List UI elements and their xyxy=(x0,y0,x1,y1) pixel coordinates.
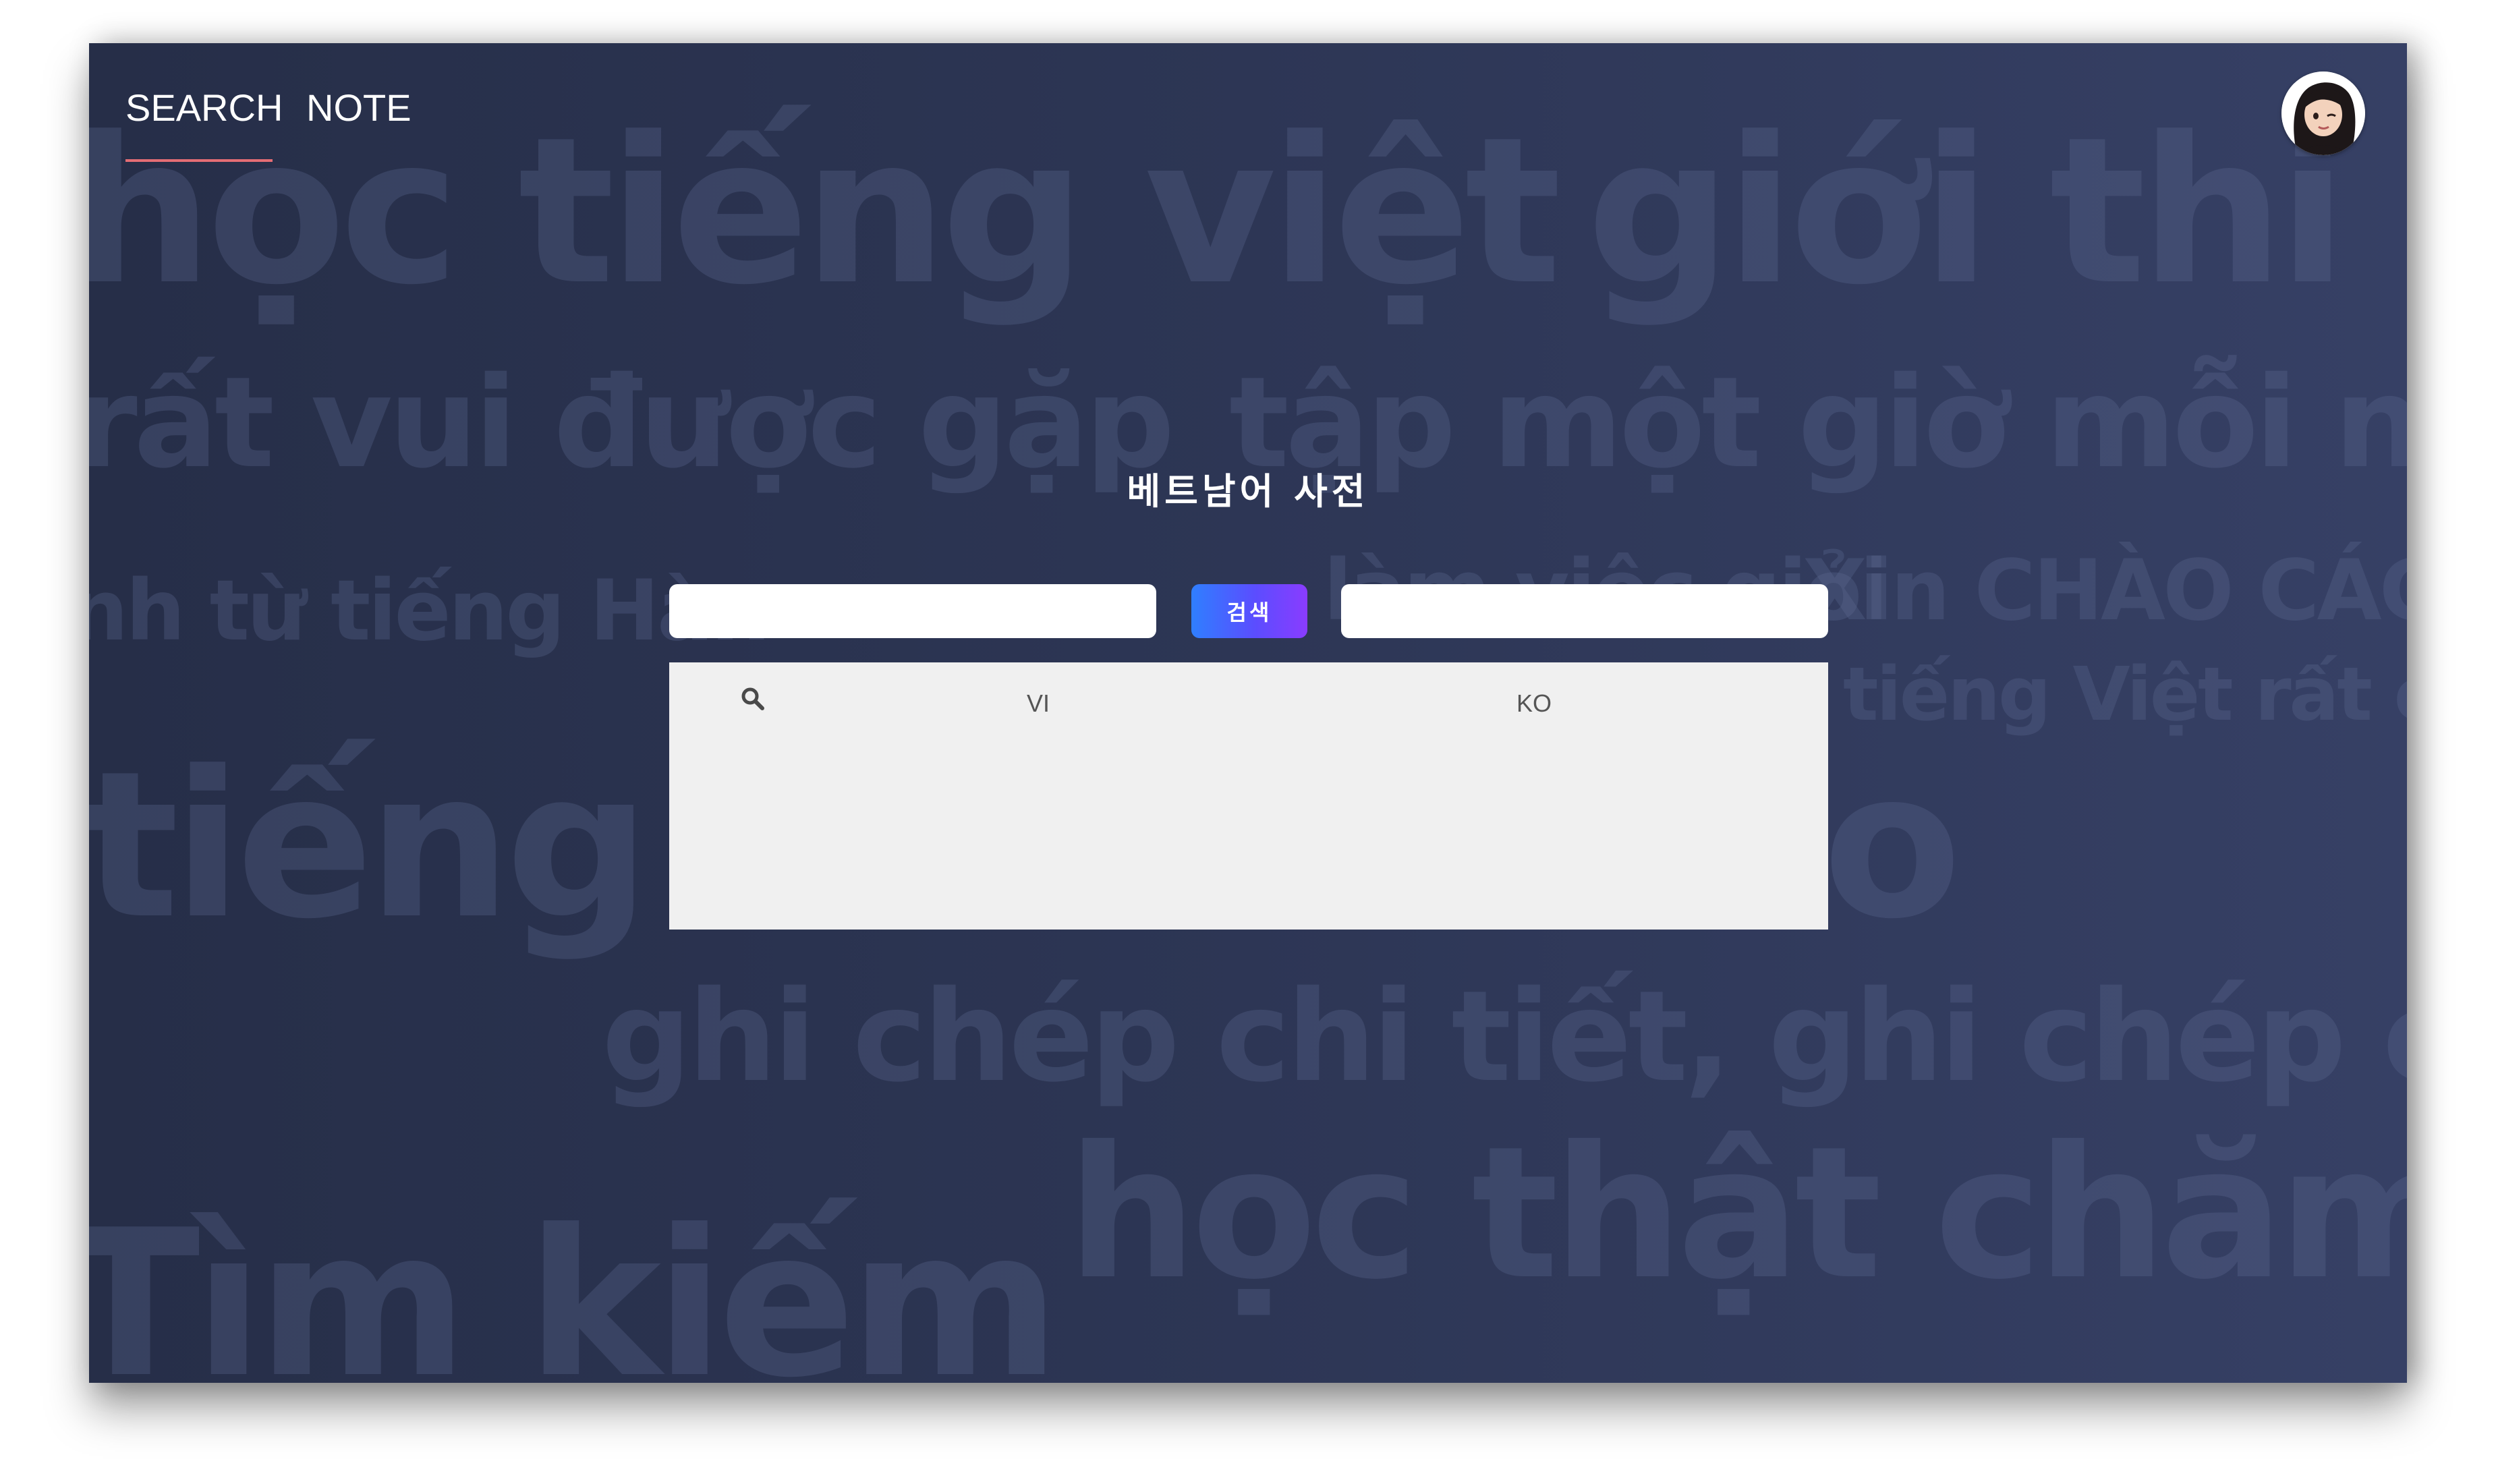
nav-tab-search[interactable]: SEARCH xyxy=(125,81,283,135)
bg-word: nh từ tiếng Hàn xyxy=(89,563,770,660)
vietnamese-input[interactable] xyxy=(669,584,1156,638)
bg-word: Tìm kiếm xyxy=(89,1187,1060,1383)
user-memoji-avatar-icon xyxy=(2281,72,2365,155)
user-avatar-button[interactable] xyxy=(2281,72,2365,155)
bg-word: học tiếng việt xyxy=(89,94,1562,329)
page-title: 베트남어 사전 xyxy=(1127,470,1369,513)
nav-tab-note[interactable]: NOTE xyxy=(306,81,412,135)
bg-word: o xyxy=(1823,728,1962,963)
column-header-ko: KO xyxy=(1516,689,1552,717)
bg-word: ghi chép chi tiết, ghi chép cụ th xyxy=(602,963,2407,1110)
korean-input[interactable] xyxy=(1341,584,1828,638)
bg-word: tiếng Việt rất chuẩ xyxy=(1843,651,2407,737)
column-header-vi: VI xyxy=(1027,689,1050,717)
bg-word: giới thi xyxy=(1587,94,2348,329)
bg-word: Xin CHÀO CÁC B xyxy=(1803,542,2407,639)
app-window: học tiếng việt giới thi rất vui được gặp… xyxy=(89,43,2407,1383)
bg-word: học thật chăm c xyxy=(1067,1107,2407,1319)
search-icon xyxy=(741,687,764,710)
active-tab-indicator xyxy=(125,159,273,162)
search-button[interactable]: 검색 xyxy=(1191,584,1307,638)
results-panel: VI KO xyxy=(669,662,1828,930)
